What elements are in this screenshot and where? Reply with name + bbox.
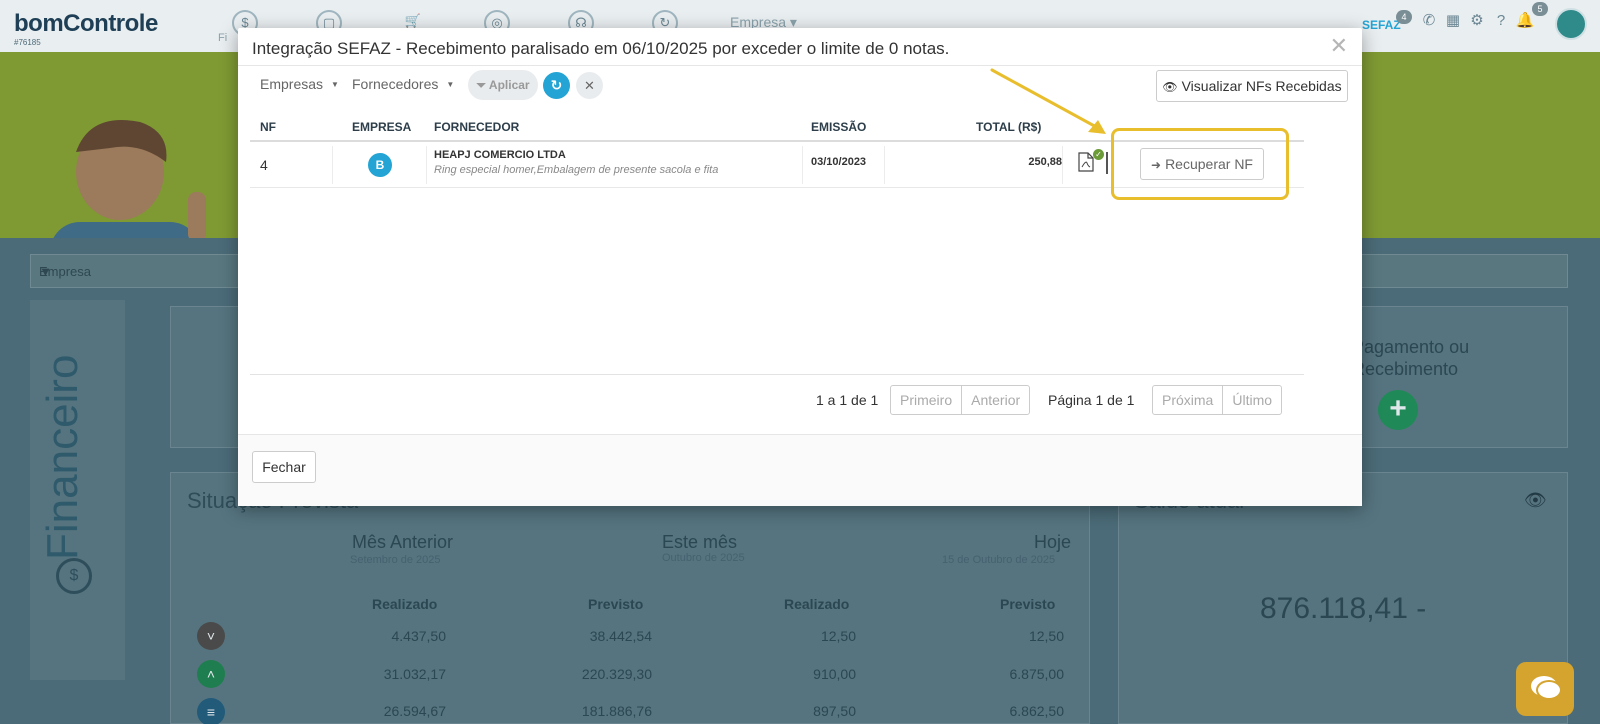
period-today-sub: 15 de Outubro de 2025 (942, 554, 1056, 566)
highlight-annotation (1111, 128, 1289, 200)
caret-down-icon: ▼ (446, 80, 455, 89)
eye-icon[interactable]: 👁 (1524, 490, 1547, 511)
col-head-previsto: Previsto (588, 596, 644, 612)
total-value: 250,88 (1028, 156, 1062, 168)
app-logo[interactable]: bomControle (14, 10, 158, 38)
bg-cell: 38.442,54 (589, 628, 652, 644)
modal-title: Integração SEFAZ - Recebimento paralisad… (252, 39, 950, 58)
period-current-label: Este mês (662, 532, 738, 552)
sefaz-badge: 4 (1396, 10, 1412, 24)
payment-card-label: Pagamento ou Recebimento (1352, 337, 1470, 379)
filter-icon: ⏷ (476, 78, 487, 92)
pagination-next-last: Próxima Último (1152, 385, 1283, 415)
company-badge: B (368, 153, 392, 177)
col-head-previsto: Previsto (1000, 596, 1056, 612)
bg-cell: 910,00 (813, 666, 856, 682)
calendar-icon[interactable]: ▦ (1440, 10, 1466, 36)
period-current-sub: Outubro de 2025 (662, 552, 745, 564)
modal-footer: Fechar (238, 434, 1362, 506)
whatsapp-icon[interactable]: ✆ (1416, 10, 1442, 36)
menu-fi-label: Fi (218, 32, 228, 44)
bg-cell: 26.594,67 (383, 703, 446, 719)
bg-cell: 12,50 (820, 628, 856, 644)
bg-cell: 897,50 (813, 703, 856, 719)
fornecedores-filter-dropdown[interactable]: Fornecedores ▼ (352, 76, 454, 92)
page-indicator: Página 1 de 1 (1048, 392, 1135, 408)
col-nf: NF (260, 120, 276, 134)
caret-down-icon: ▼ (331, 80, 339, 89)
supplier-name: HEAPJ COMERCIO LTDA (434, 149, 566, 161)
eye-icon: 👁 (1162, 80, 1178, 94)
list-icon[interactable]: ≡ (197, 698, 225, 724)
col-empresa: EMPRESA (352, 120, 412, 134)
notif-badge: 5 (1532, 2, 1548, 16)
chevron-down-icon[interactable]: ˅ (197, 622, 225, 650)
col-head-realizado: Realizado (372, 596, 438, 612)
bg-cell: 220.329,30 (581, 666, 652, 682)
apply-filter-button[interactable]: ⏷ Aplicar (468, 70, 538, 100)
prev-page-button[interactable]: Anterior (961, 386, 1029, 414)
pagination-first-prev: Primeiro Anterior (890, 385, 1031, 415)
bg-cell: 6.875,00 (1009, 666, 1065, 682)
first-page-button[interactable]: Primeiro (891, 386, 961, 414)
col-fornecedor: FORNECEDOR (434, 120, 520, 134)
bg-cell: 31.032,17 (383, 666, 446, 682)
refresh-icon[interactable]: ↻ (543, 72, 570, 99)
supplier-description: Ring especial homer,Embalagem de present… (434, 164, 719, 176)
bg-cell: 12,50 (1028, 628, 1064, 644)
modal-header: Integração SEFAZ - Recebimento paralisad… (238, 28, 1362, 66)
user-avatar[interactable] (1555, 8, 1587, 40)
col-emissao: EMISSÃO (811, 120, 867, 134)
view-received-nfs-button[interactable]: 👁 Visualizar NFs Recebidas (1156, 70, 1348, 102)
help-icon[interactable]: ? (1488, 10, 1514, 36)
period-today-label: Hoje (1034, 532, 1072, 552)
gear-icon[interactable]: ⚙ (1464, 10, 1490, 36)
side-financeiro-label: Financeiro (38, 354, 87, 560)
sefaz-top-link[interactable]: SEFAZ (1362, 18, 1401, 32)
bg-cell: 6.862,50 (1009, 703, 1065, 719)
period-prev-label: Mês Anterior (352, 532, 454, 552)
nf-number: 4 (260, 157, 268, 173)
last-page-button[interactable]: Último (1222, 386, 1281, 414)
separator (1106, 152, 1108, 174)
pagination-range: 1 a 1 de 1 (816, 392, 879, 408)
chevron-up-icon[interactable]: ˄ (197, 660, 225, 688)
saldo-value: 876.118,41 - (1260, 592, 1427, 625)
arrow-annotation (990, 68, 1106, 134)
clear-filter-icon[interactable]: ✕ (576, 72, 603, 99)
check-icon: ✓ (1093, 149, 1104, 160)
issue-date: 03/10/2023 (811, 156, 867, 168)
col-head-realizado: Realizado (784, 596, 850, 612)
sefaz-modal: Integração SEFAZ - Recebimento paralisad… (238, 28, 1362, 506)
next-page-button[interactable]: Próxima (1153, 386, 1222, 414)
account-id: #76185 (14, 38, 41, 47)
add-payment-icon[interactable]: + (1378, 390, 1418, 430)
close-icon[interactable]: ✕ (1330, 35, 1348, 57)
bg-cell: 181.886,76 (581, 703, 652, 719)
bg-cell: 4.437,50 (391, 628, 447, 644)
empresas-filter-dropdown[interactable]: Empresas ▼ (260, 76, 339, 92)
chat-icon[interactable] (1516, 662, 1574, 716)
coin-icon: $ (56, 558, 92, 594)
period-prev-sub: Setembro de 2025 (350, 554, 441, 566)
close-button[interactable]: Fechar (252, 451, 316, 483)
pdf-icon[interactable] (1078, 152, 1094, 172)
